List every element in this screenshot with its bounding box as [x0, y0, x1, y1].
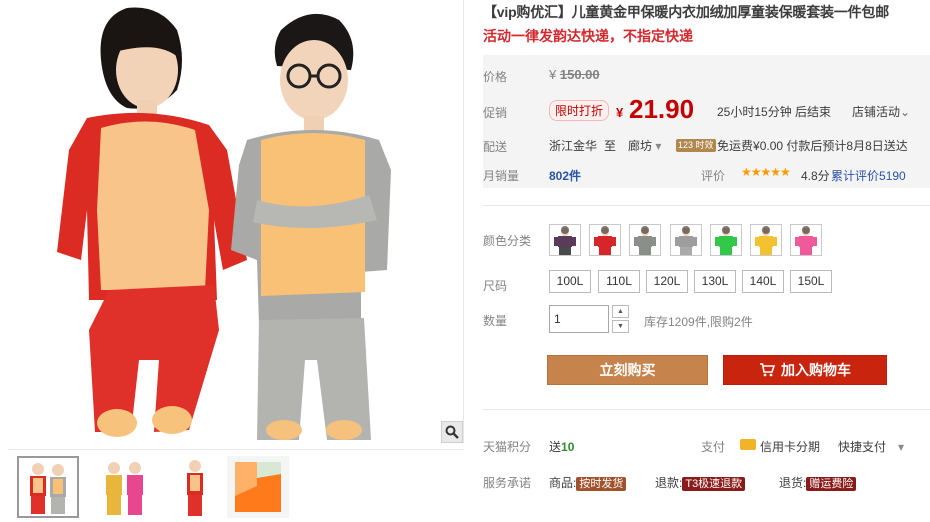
caret-down-icon: ▾: [898, 440, 905, 454]
size-option-110l[interactable]: 110L: [598, 270, 640, 293]
color-swatch-3[interactable]: [629, 224, 661, 256]
rating-stars: ★★★★★: [741, 165, 791, 179]
sales-label: 月销量: [483, 169, 520, 183]
cart-icon: [760, 363, 776, 377]
promo-price: 21.90: [629, 94, 695, 124]
size-option-140l[interactable]: 140L: [742, 270, 784, 293]
original-currency: ¥: [549, 67, 557, 82]
thumbnail-4[interactable]: [227, 456, 289, 518]
add-to-cart-label: 加入购物车: [781, 362, 851, 378]
freight-value: ¥0.00: [753, 139, 784, 153]
service-badge: 按时发货: [576, 477, 627, 491]
buy-now-button[interactable]: 立刻购买: [547, 355, 708, 385]
color-swatch-6[interactable]: [750, 224, 782, 256]
promo-label: 促销: [483, 106, 508, 120]
add-to-cart-button[interactable]: 加入购物车: [723, 355, 887, 385]
size-option-130l[interactable]: 130L: [694, 270, 736, 293]
service-badge: 赠运费险: [806, 477, 857, 491]
promo-tag: 限时打折: [549, 100, 610, 121]
shop-promo-label: 店铺活动: [852, 105, 901, 119]
ship-to-word: 至: [604, 139, 617, 153]
free-freight: 免运费: [717, 139, 754, 153]
thumbnail-2[interactable]: [94, 456, 156, 518]
color-swatch-4[interactable]: [670, 224, 702, 256]
zoom-button[interactable]: [441, 421, 463, 443]
color-swatch-7[interactable]: [790, 224, 822, 256]
delivery-estimate: 付款后预计8月8日送达: [786, 139, 908, 153]
product-subtitle: 活动一律发韵达快递，不指定快递: [483, 28, 693, 44]
services-label: 服务承诺: [483, 476, 532, 490]
original-price: ¥ 150.00: [549, 67, 600, 82]
product-info-panel: 【vip购优汇】儿童黄金甲保暖内衣加绒加厚童装保暖套装一件包邮 活动一律发韵达快…: [483, 0, 930, 522]
caret-down-icon: ▾: [655, 139, 662, 153]
sales-unit: 件: [569, 169, 582, 183]
rating-score: 4.8分: [801, 169, 830, 183]
credit-card-icon: [740, 439, 756, 450]
points-value: 送10: [549, 438, 574, 455]
service-item[interactable]: 退货: 赠运费险: [779, 474, 857, 491]
arrow-down-icon: ▼: [617, 323, 624, 330]
credit-card-installment[interactable]: 信用卡分期: [760, 438, 820, 455]
size-label: 尺码: [483, 279, 508, 293]
magnifier-icon: [445, 425, 459, 439]
quick-pay-label: 快捷支付: [838, 440, 887, 454]
points-label: 天猫积分: [483, 440, 532, 454]
color-swatch-5[interactable]: [710, 224, 742, 256]
price-box: 价格 ¥ 150.00 促销 限时打折 ¥ 21.90 25小时15分钟 后结束…: [483, 55, 930, 188]
quantity-input[interactable]: [549, 305, 609, 333]
divider: [483, 205, 930, 206]
quantity-increase-button[interactable]: ▲: [612, 305, 629, 318]
promo-currency: ¥: [616, 105, 624, 120]
ship-to-dropdown[interactable]: 廊坊 ▾: [628, 137, 661, 154]
chevron-down-icon: ⌄: [900, 105, 911, 119]
sales-count: 802: [549, 169, 570, 183]
freight-info: 免运费¥0.00 付款后预计8月8日送达: [717, 137, 908, 154]
arrow-up-icon: ▲: [617, 308, 624, 315]
service-name: 商品:: [549, 476, 577, 490]
thumbnail-1[interactable]: [17, 456, 79, 518]
ship-to-city: 廊坊: [628, 139, 653, 153]
delivery-time-badge: 123 时效: [676, 139, 716, 152]
size-option-120l[interactable]: 120L: [646, 270, 688, 293]
service-badge: T3极速退款: [682, 477, 746, 491]
color-swatch-1[interactable]: [549, 224, 581, 256]
service-name: 退货:: [779, 476, 807, 490]
review-count: 5190: [879, 169, 906, 183]
main-product-image[interactable]: [9, 0, 464, 443]
quick-pay-dropdown[interactable]: 快捷支付 ▾: [838, 438, 904, 455]
service-item[interactable]: 退款: T3极速退款: [655, 474, 746, 491]
points-prefix: 送: [549, 440, 562, 454]
shop-promo-dropdown[interactable]: 店铺活动⌄: [852, 103, 910, 120]
monthly-sales: 802件: [549, 167, 581, 184]
payment-label: 支付: [701, 440, 726, 454]
ship-from: 浙江金华: [549, 139, 598, 153]
thumbnail-3[interactable]: [164, 456, 226, 518]
size-option-100l[interactable]: 100L: [549, 270, 591, 293]
rating-label: 评价: [701, 169, 726, 183]
stock-info: 库存1209件,限购2件: [644, 315, 753, 329]
promo-countdown: 25小时15分钟 后结束: [717, 105, 832, 119]
color-swatch-2[interactable]: [589, 224, 621, 256]
quantity-label: 数量: [483, 314, 508, 328]
review-label: 累计评价: [831, 169, 880, 183]
original-price-value: 150.00: [559, 67, 600, 82]
thumbnail-strip: [9, 449, 464, 522]
service-item[interactable]: 商品: 按时发货: [549, 474, 627, 491]
color-label: 颜色分类: [483, 234, 532, 248]
shipping-label: 配送: [483, 140, 508, 154]
review-count-link[interactable]: 累计评价5190: [831, 167, 906, 184]
product-title: 【vip购优汇】儿童黄金甲保暖内衣加绒加厚童装保暖套装一件包邮: [483, 4, 890, 20]
quantity-decrease-button[interactable]: ▼: [612, 320, 629, 333]
price-label: 价格: [483, 70, 508, 84]
service-name: 退款:: [655, 476, 683, 490]
points-amount: 10: [561, 440, 575, 454]
size-option-150l[interactable]: 150L: [790, 270, 832, 293]
divider: [483, 409, 930, 410]
